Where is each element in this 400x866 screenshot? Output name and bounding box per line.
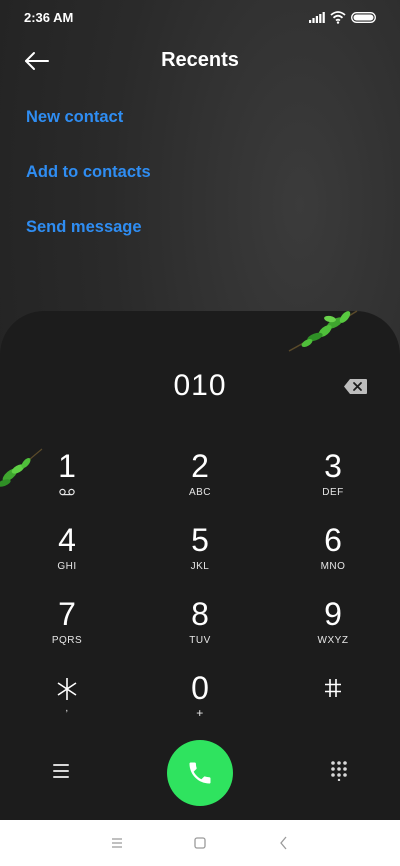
key-letters: DEF [322, 487, 344, 498]
key-digit: 9 [324, 596, 342, 632]
key-digit: 7 [58, 596, 76, 632]
key-8[interactable]: 8 TUV [150, 596, 250, 656]
key-letters: WXYZ [317, 635, 349, 646]
key-letters: PQRS [51, 635, 83, 646]
home-icon[interactable] [190, 833, 210, 853]
key-hash[interactable] [283, 670, 383, 730]
key-1[interactable]: 1 [17, 448, 117, 508]
key-digit: 3 [324, 448, 342, 484]
call-button[interactable] [167, 740, 233, 806]
wifi-icon [330, 11, 346, 24]
add-to-contacts-link[interactable]: Add to contacts [26, 163, 151, 182]
hash-icon [325, 679, 341, 697]
key-letters: TUV [189, 635, 211, 646]
menu-icon[interactable] [49, 761, 73, 781]
dialpad-icon[interactable] [328, 759, 350, 781]
key-4[interactable]: 4 GHI [17, 522, 117, 582]
new-contact-link[interactable]: New contact [26, 108, 123, 127]
dialer-actions [0, 739, 400, 819]
phone-icon [189, 762, 211, 784]
key-9[interactable]: 9 WXYZ [283, 596, 383, 656]
key-5[interactable]: 5 JKL [150, 522, 250, 582]
status-time: 2:36 AM [24, 10, 74, 25]
page-title: Recents [161, 49, 239, 71]
dialer-panel: 010 1 2 ABC 3 DEF 4 GHI 5 JKL 6 MNO 7 PQ… [0, 310, 400, 820]
key-digit: 2 [191, 448, 209, 484]
recent-apps-icon[interactable] [107, 833, 127, 853]
key-3[interactable]: 3 DEF [283, 448, 383, 508]
key-digit: 6 [324, 522, 342, 558]
header: Recents [0, 36, 400, 90]
leaf-decoration-icon [288, 310, 358, 352]
key-letters: JKL [190, 561, 210, 572]
key-letters: ABC [188, 487, 212, 498]
key-digit: 1 [58, 448, 76, 484]
send-message-link[interactable]: Send message [26, 218, 142, 237]
key-digit: 0 [191, 670, 209, 706]
key-digit: 8 [191, 596, 209, 632]
key-letters: , [65, 703, 69, 714]
back-nav-icon[interactable] [274, 833, 294, 853]
key-7[interactable]: 7 PQRS [17, 596, 117, 656]
key-0[interactable]: 0 + [150, 670, 250, 730]
key-letters: + [196, 706, 204, 720]
status-bar: 2:36 AM [0, 0, 400, 36]
key-2[interactable]: 2 ABC [150, 448, 250, 508]
key-digit: 4 [58, 522, 76, 558]
key-digit: 5 [191, 522, 209, 558]
battery-icon [351, 12, 376, 23]
key-letters: MNO [320, 561, 346, 572]
key-6[interactable]: 6 MNO [283, 522, 383, 582]
signal-icon [309, 12, 325, 23]
system-nav-bar [0, 820, 400, 866]
key-letters: GHI [57, 561, 77, 572]
backspace-icon[interactable] [343, 378, 368, 395]
voicemail-icon [59, 488, 75, 496]
asterisk-icon [57, 678, 77, 700]
key-star[interactable]: , [17, 670, 117, 730]
dialed-number: 010 [173, 369, 227, 402]
